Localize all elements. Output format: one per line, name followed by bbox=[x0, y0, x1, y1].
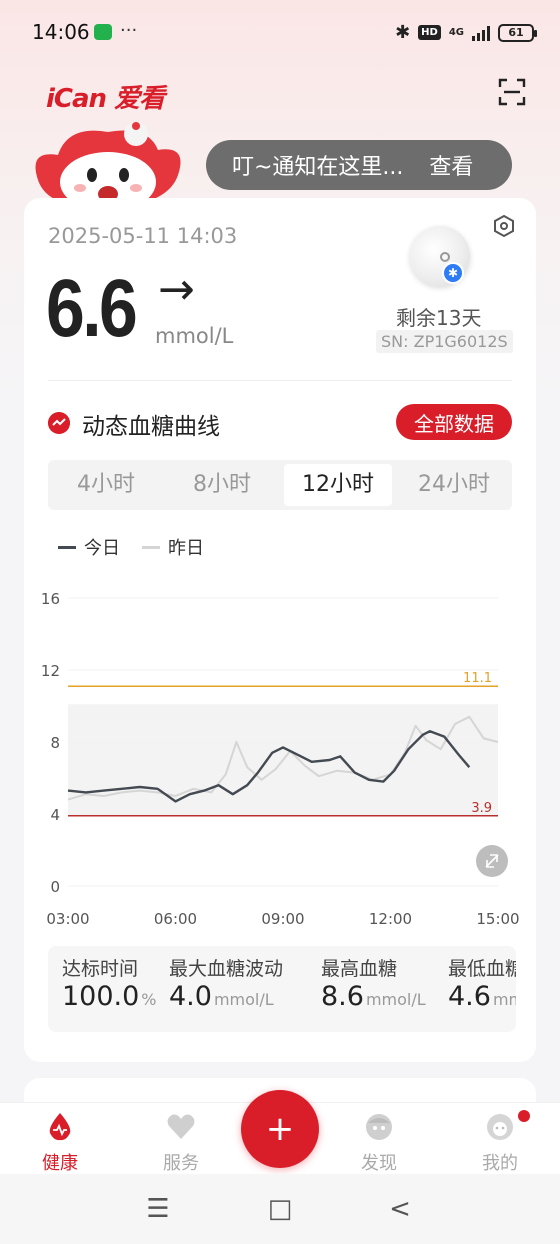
stat-value: 4.6 bbox=[448, 981, 491, 1012]
menu-icon[interactable]: ☰ bbox=[138, 1194, 178, 1224]
stat-unit: mmol/L bbox=[492, 990, 516, 1009]
network-type: 4G bbox=[448, 26, 464, 38]
profile-icon bbox=[487, 1114, 513, 1140]
reading-timestamp: 2025-05-11 14:03 bbox=[48, 224, 238, 248]
bluetooth-badge-icon: ✱ bbox=[442, 262, 464, 284]
sensor-serial: SN: ZP1G6012S bbox=[376, 330, 513, 353]
back-icon[interactable]: < bbox=[380, 1194, 420, 1224]
chart-legend: 今日 昨日 bbox=[58, 534, 226, 560]
stat-max-fluctuation: 最大血糖波动 4.0 mmol/L bbox=[169, 954, 283, 1012]
tab-4h[interactable]: 4小时 bbox=[52, 464, 160, 506]
glucose-unit: mmol/L bbox=[155, 324, 234, 348]
y-tick-label: 0 bbox=[50, 878, 60, 896]
glucose-chart: 0 4 8 12 16 11.1 3.9 03:00 06:00 09:00 12:00 15:00 bbox=[41, 590, 520, 928]
stat-unit: % bbox=[141, 990, 157, 1009]
notification-text: 叮~通知在这里... bbox=[232, 155, 404, 180]
notification-dot bbox=[518, 1110, 530, 1122]
tab-12h[interactable]: 12小时 bbox=[284, 464, 392, 506]
legend-yesterday: 昨日 bbox=[142, 534, 204, 560]
bluetooth-icon: ✱ bbox=[395, 22, 411, 43]
all-data-button[interactable]: 全部数据 bbox=[396, 404, 512, 440]
legend-today-swatch bbox=[58, 545, 76, 549]
high-threshold-label: 11.1 bbox=[463, 671, 492, 686]
stat-unit: mmol/L bbox=[213, 990, 274, 1009]
hd-icon: HD bbox=[418, 25, 441, 40]
x-tick-label: 12:00 bbox=[369, 910, 412, 928]
stat-value: 8.6 bbox=[321, 981, 364, 1012]
stat-in-range: 达标时间 100.0% bbox=[62, 954, 157, 1012]
legend-yesterday-label: 昨日 bbox=[168, 538, 204, 559]
stat-value: 4.0 bbox=[169, 981, 212, 1012]
range-tabs: 4小时 8小时 12小时 24小时 bbox=[48, 460, 512, 510]
discover-icon bbox=[366, 1114, 392, 1140]
more-notifications-icon: ··· bbox=[120, 20, 138, 41]
legend-today-label: 今日 bbox=[84, 538, 120, 559]
health-drop-icon bbox=[49, 1113, 71, 1141]
wechat-notification-icon bbox=[94, 24, 112, 40]
signal-icon bbox=[472, 25, 490, 41]
stat-unit: mmol/L bbox=[365, 990, 426, 1009]
low-threshold-label: 3.9 bbox=[471, 801, 492, 816]
y-tick-label: 16 bbox=[41, 590, 60, 608]
tab-health-label: 健康 bbox=[42, 1153, 78, 1174]
system-nav-bar: ☰ □ < bbox=[0, 1174, 560, 1244]
status-time: 14:06 bbox=[32, 20, 90, 44]
stat-value: 100.0 bbox=[62, 981, 140, 1012]
y-tick-label: 4 bbox=[50, 806, 60, 824]
x-tick-label: 15:00 bbox=[476, 910, 519, 928]
x-tick-label: 09:00 bbox=[261, 910, 304, 928]
status-bar: 14:06 ··· ✱ HD 4G 61 bbox=[0, 0, 560, 62]
sensor-remaining-days: 剩余13天 bbox=[396, 306, 482, 330]
stat-label: 最低血糖 bbox=[448, 958, 516, 980]
battery-icon: 61 bbox=[498, 23, 537, 42]
tab-service[interactable]: 服务 bbox=[141, 1111, 221, 1175]
tab-discover[interactable]: 发现 bbox=[339, 1111, 419, 1175]
scan-icon[interactable] bbox=[498, 78, 526, 106]
tab-mine[interactable]: 我的 bbox=[460, 1111, 540, 1175]
settings-icon[interactable] bbox=[492, 214, 516, 238]
curve-title: 动态血糖曲线 bbox=[82, 414, 220, 440]
tab-mine-label: 我的 bbox=[482, 1153, 518, 1174]
tab-discover-label: 发现 bbox=[361, 1153, 397, 1174]
y-tick-label: 8 bbox=[50, 734, 60, 752]
stat-label: 最高血糖 bbox=[321, 958, 398, 980]
stat-max-glucose: 最高血糖 8.6 mmol/L bbox=[321, 954, 426, 1012]
legend-yesterday-swatch bbox=[142, 545, 160, 549]
curve-icon bbox=[48, 412, 70, 434]
add-button[interactable]: + bbox=[241, 1090, 319, 1168]
tab-8h[interactable]: 8小时 bbox=[168, 464, 276, 506]
legend-today: 今日 bbox=[58, 534, 120, 560]
trend-arrow-icon: → bbox=[158, 264, 195, 315]
view-notification-button[interactable]: 查看 bbox=[429, 149, 473, 181]
stat-label: 达标时间 bbox=[62, 958, 139, 980]
y-tick-label: 12 bbox=[41, 662, 60, 680]
divider bbox=[48, 380, 512, 381]
x-tick-label: 03:00 bbox=[46, 910, 89, 928]
app-logo: iCan 爱看 bbox=[46, 84, 165, 114]
tab-service-label: 服务 bbox=[163, 1153, 199, 1174]
x-tick-label: 06:00 bbox=[154, 910, 197, 928]
glucose-card: 2025-05-11 14:03 6.6 → mmol/L ✱ 剩余13天 SN… bbox=[24, 198, 536, 1062]
stat-min-glucose: 最低血糖 4.6mmol/L bbox=[448, 954, 516, 1012]
mascot-icon bbox=[35, 122, 181, 210]
home-icon[interactable]: □ bbox=[260, 1194, 300, 1224]
service-heart-icon bbox=[167, 1114, 195, 1139]
stats-panel[interactable]: 达标时间 100.0% 最大血糖波动 4.0 mmol/L 最高血糖 8.6 mmo… bbox=[48, 946, 516, 1032]
glucose-value: 6.6 bbox=[46, 263, 138, 354]
tab-health[interactable]: 健康 bbox=[20, 1111, 100, 1175]
stat-label: 最大血糖波动 bbox=[169, 958, 284, 980]
tab-24h[interactable]: 24小时 bbox=[400, 464, 508, 506]
notification-banner[interactable]: 叮~通知在这里... 查看 bbox=[206, 140, 512, 190]
